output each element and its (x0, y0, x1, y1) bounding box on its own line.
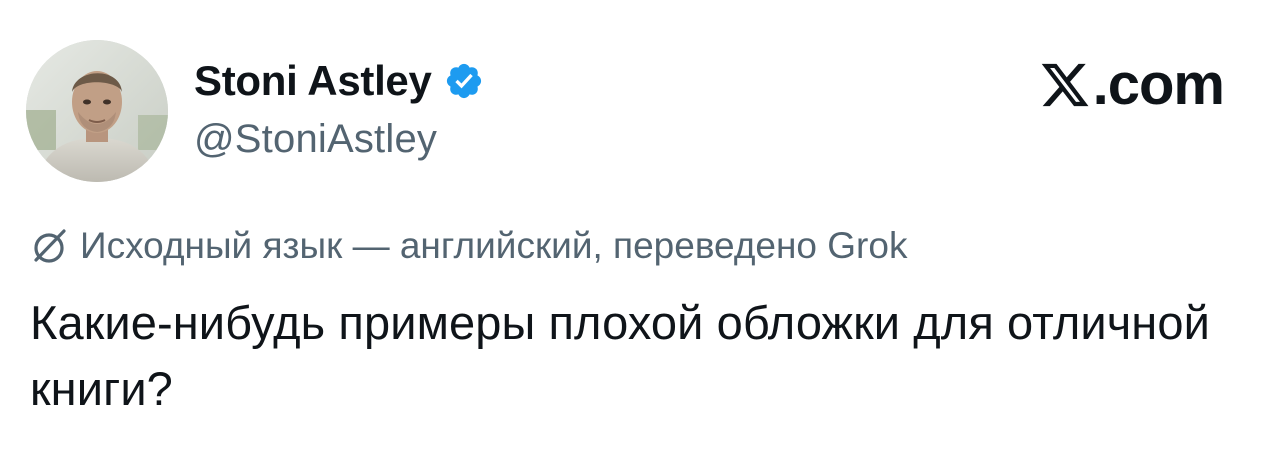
user-handle[interactable]: @StoniAstley (194, 117, 484, 162)
tweet-text: Какие-нибудь примеры плохой обложки для … (30, 296, 1210, 415)
brand-text: .com (1092, 52, 1225, 117)
translation-note[interactable]: Исходный язык — английский, переведено G… (30, 225, 907, 267)
x-logo-icon (1039, 59, 1091, 111)
display-name[interactable]: Stoni Astley (194, 57, 432, 105)
author-block: Stoni Astley @StoniAstley (194, 55, 484, 162)
verified-badge-icon (444, 61, 484, 101)
avatar[interactable] (26, 40, 168, 182)
name-row: Stoni Astley (194, 55, 484, 107)
grok-icon (30, 226, 70, 266)
translation-note-text: Исходный язык — английский, переведено G… (80, 225, 908, 266)
tweet-card: Stoni Astley @StoniAstley .com Исходный (0, 0, 1284, 457)
brand-logo: .com (1039, 52, 1225, 117)
